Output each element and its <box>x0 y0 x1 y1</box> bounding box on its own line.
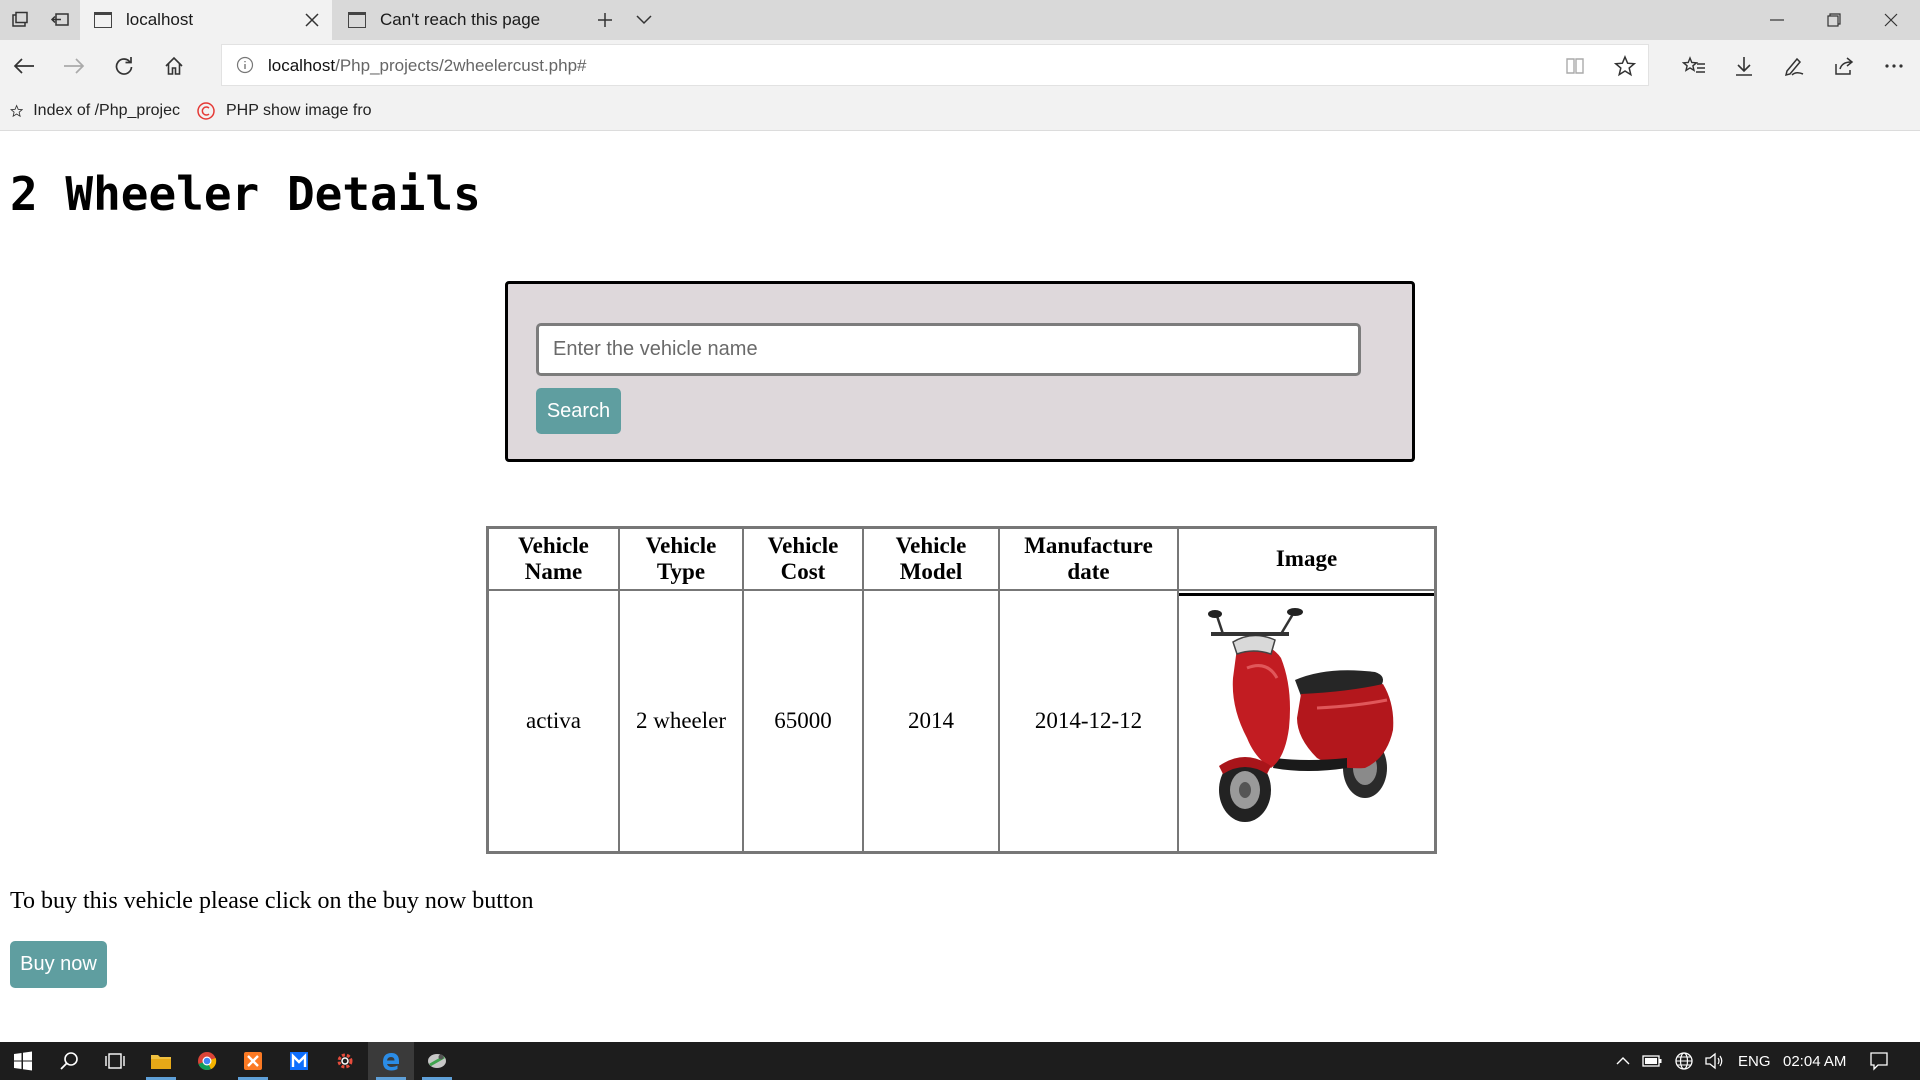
info-icon[interactable] <box>236 56 254 74</box>
search-icon[interactable] <box>46 1042 92 1080</box>
share-icon[interactable] <box>1824 46 1864 86</box>
header-vehicle-model: Vehicle Model <box>863 528 999 590</box>
favorite-star-icon[interactable] <box>1610 51 1640 81</box>
back-arrow-icon[interactable] <box>4 46 44 86</box>
file-explorer-icon[interactable] <box>138 1042 184 1080</box>
header-manufacture-date: Manufacture date <box>999 528 1178 590</box>
close-window-icon[interactable] <box>1863 0 1919 40</box>
favorites-bar: Index of /Php_projec PHP show image fro <box>0 91 1920 131</box>
favorite-label: Index of /Php_projec <box>33 102 180 119</box>
tool-app-icon[interactable] <box>414 1042 460 1080</box>
favorite-php-show-image[interactable]: PHP show image fro <box>196 91 376 131</box>
chrome-icon[interactable] <box>184 1042 230 1080</box>
vehicle-table: Vehicle Name Vehicle Type Vehicle Cost Vehi… <box>486 526 1437 854</box>
address-bar-row: localhost/Php_projects/2wheelercust.php# <box>0 40 1920 91</box>
cell-vehicle-model: 2014 <box>863 590 999 852</box>
set-tabs-aside-icon[interactable] <box>40 0 80 40</box>
close-tab-icon[interactable] <box>302 10 322 30</box>
cell-vehicle-cost: 65000 <box>743 590 863 852</box>
buy-now-button[interactable]: Buy now <box>10 941 107 988</box>
buy-instruction-text: To buy this vehicle please click on the … <box>10 888 534 914</box>
cell-vehicle-name: activa <box>488 590 619 852</box>
home-icon[interactable] <box>154 46 194 86</box>
tab-label: localhost <box>126 10 194 29</box>
favorite-index-of[interactable]: Index of /Php_projec <box>10 91 180 131</box>
download-icon[interactable] <box>1724 46 1764 86</box>
page-title: 2 Wheeler Details <box>10 167 481 221</box>
favorites-hub-icon[interactable] <box>1674 46 1714 86</box>
table-row: activa 2 wheeler 65000 2014 2014-12-12 <box>488 590 1435 852</box>
page-icon <box>348 12 366 28</box>
site-logo-icon <box>197 102 215 120</box>
page-icon <box>94 12 112 28</box>
chevron-down-icon[interactable] <box>624 0 664 40</box>
edge-browser-icon[interactable] <box>368 1042 414 1080</box>
tab-localhost[interactable]: localhost <box>80 0 332 40</box>
favorite-label: PHP show image fro <box>226 102 372 119</box>
windows-taskbar: ENG 02:04 AM <box>0 1042 1920 1080</box>
cell-image <box>1178 590 1435 852</box>
header-vehicle-name: Vehicle Name <box>488 528 619 590</box>
notifications-icon[interactable] <box>1856 1042 1902 1080</box>
star-icon <box>10 104 24 118</box>
volume-icon[interactable] <box>1696 1042 1732 1080</box>
header-vehicle-cost: Vehicle Cost <box>743 528 863 590</box>
vehicle-image <box>1179 593 1434 849</box>
clock[interactable]: 02:04 AM <box>1783 1042 1846 1080</box>
url-path: /Php_projects/2wheelercust.php# <box>335 56 587 75</box>
search-button[interactable]: Search <box>536 388 621 434</box>
url-field[interactable]: localhost/Php_projects/2wheelercust.php# <box>221 44 1649 86</box>
header-vehicle-type: Vehicle Type <box>619 528 743 590</box>
more-icon[interactable] <box>1874 46 1914 86</box>
xampp-icon[interactable] <box>230 1042 276 1080</box>
malwarebytes-icon[interactable] <box>276 1042 322 1080</box>
reading-view-icon[interactable] <box>1560 51 1590 81</box>
scooter-illustration <box>1207 607 1393 822</box>
cell-vehicle-type: 2 wheeler <box>619 590 743 852</box>
refresh-icon[interactable] <box>104 46 144 86</box>
tab-bar: localhost Can't reach this page <box>0 0 1920 40</box>
table-header-row: Vehicle Name Vehicle Type Vehicle Cost Vehi… <box>488 528 1435 590</box>
cell-manufacture-date: 2014-12-12 <box>999 590 1178 852</box>
settings-gear-icon[interactable] <box>322 1042 368 1080</box>
battery-icon[interactable] <box>1634 1042 1670 1080</box>
language-indicator[interactable]: ENG <box>1738 1042 1771 1080</box>
search-panel: Search <box>505 281 1415 462</box>
restore-icon[interactable] <box>1806 0 1862 40</box>
pen-icon[interactable] <box>1774 46 1814 86</box>
minimize-icon[interactable] <box>1749 0 1805 40</box>
windows-start-icon[interactable] <box>0 1042 46 1080</box>
tab-preview-icon[interactable] <box>0 0 40 40</box>
task-view-icon[interactable] <box>92 1042 138 1080</box>
header-image: Image <box>1178 528 1435 590</box>
url-text: localhost/Php_projects/2wheelercust.php# <box>268 56 587 76</box>
url-host: localhost <box>268 56 336 75</box>
forward-arrow-icon[interactable] <box>54 46 94 86</box>
tab-label: Can't reach this page <box>380 10 541 29</box>
tab-cant-reach[interactable]: Can't reach this page <box>334 0 580 40</box>
page-content: 2 Wheeler Details Search VehicleName Veh… <box>0 131 1920 1042</box>
new-tab-icon[interactable] <box>585 0 625 40</box>
vehicle-search-input[interactable] <box>536 323 1361 376</box>
